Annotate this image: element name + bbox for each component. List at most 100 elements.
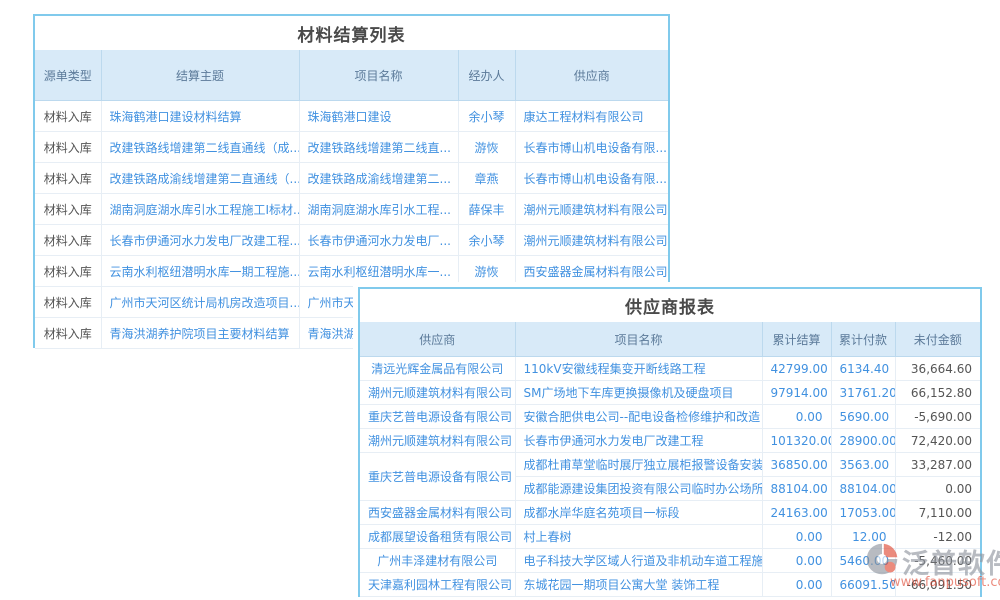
cell-paid-total-link[interactable]: 17053.00 (831, 501, 895, 525)
cell-settled-total-link[interactable]: 24163.00 (762, 501, 831, 525)
column-header-supplier: 供应商 (515, 50, 668, 101)
cell-supplier-link[interactable]: 重庆艺普电源设备有限公司 (360, 453, 515, 501)
cell-paid-total-link[interactable]: 31761.20 (831, 381, 895, 405)
table-row: 成都展望设备租赁有限公司村上春树0.0012.00-12.00 (360, 525, 980, 549)
column-header-settled-total: 累计结算 (762, 322, 831, 357)
cell-settled-total-link[interactable]: 42799.00 (762, 357, 831, 381)
cell-unpaid-amount: 7,110.00 (895, 501, 980, 525)
cell-handler-link[interactable]: 游恢 (458, 256, 515, 287)
cell-handler-link[interactable]: 游恢 (458, 132, 515, 163)
column-header-paid-total: 累计付款 (831, 322, 895, 357)
cell-settled-total-link[interactable]: 0.00 (762, 549, 831, 573)
cell-project-name-link[interactable]: 改建铁路线增建第二线直... (299, 132, 458, 163)
cell-paid-total-link[interactable]: 12.00 (831, 525, 895, 549)
column-header-handler: 经办人 (458, 50, 515, 101)
cell-supplier-link[interactable]: 长春市博山机电设备有限... (515, 132, 668, 163)
cell-source-type: 材料入库 (35, 194, 101, 225)
column-header-project-name: 项目名称 (299, 50, 458, 101)
supplier-report-title: 供应商报表 (360, 289, 980, 322)
cell-source-type: 材料入库 (35, 287, 101, 318)
table-row: 材料入库改建铁路线增建第二线直通线（成...改建铁路线增建第二线直...游恢长春… (35, 132, 668, 163)
cell-project-name-link[interactable]: 云南水利枢纽潜明水库一... (299, 256, 458, 287)
cell-source-type: 材料入库 (35, 225, 101, 256)
cell-supplier-link[interactable]: 潮州元顺建筑材料有限公司 (515, 225, 668, 256)
cell-supplier-link[interactable]: 长春市博山机电设备有限... (515, 163, 668, 194)
cell-settlement-subject-link[interactable]: 改建铁路线增建第二线直通线（成... (101, 132, 299, 163)
table-row: 材料入库珠海鹤港口建设材料结算珠海鹤港口建设余小琴康达工程材料有限公司 (35, 101, 668, 132)
cell-settled-total-link[interactable]: 0.00 (762, 525, 831, 549)
column-header-project-name: 项目名称 (515, 322, 762, 357)
column-header-unpaid-amount: 未付金额 (895, 322, 980, 357)
cell-project-name-link[interactable]: 东城花园一期项目公寓大堂 装饰工程 (515, 573, 762, 597)
cell-paid-total-link[interactable]: 5460.00 (831, 549, 895, 573)
cell-settlement-subject-link[interactable]: 改建铁路成渝线增建第二直通线（... (101, 163, 299, 194)
cell-settled-total-link[interactable]: 88104.00 (762, 477, 831, 501)
cell-settled-total-link[interactable]: 36850.00 (762, 453, 831, 477)
cell-settlement-subject-link[interactable]: 珠海鹤港口建设材料结算 (101, 101, 299, 132)
cell-settled-total-link[interactable]: 0.00 (762, 405, 831, 429)
table-row: 潮州元顺建筑材料有限公司长春市伊通河水力发电厂改建工程101320.002890… (360, 429, 980, 453)
cell-handler-link[interactable]: 薛保丰 (458, 194, 515, 225)
cell-project-name-link[interactable]: 长春市伊通河水力发电厂... (299, 225, 458, 256)
cell-supplier-link[interactable]: 重庆艺普电源设备有限公司 (360, 405, 515, 429)
table-row: 材料入库云南水利枢纽潜明水库一期工程施...云南水利枢纽潜明水库一...游恢西安… (35, 256, 668, 287)
cell-unpaid-amount: 36,664.60 (895, 357, 980, 381)
cell-project-name-link[interactable]: 长春市伊通河水力发电厂改建工程 (515, 429, 762, 453)
cell-project-name-link[interactable]: 村上春树 (515, 525, 762, 549)
cell-source-type: 材料入库 (35, 318, 101, 349)
table-row: 材料入库改建铁路成渝线增建第二直通线（...改建铁路成渝线增建第二...章燕长春… (35, 163, 668, 194)
cell-project-name-link[interactable]: 成都能源建设集团投资有限公司临时办公场所装 (515, 477, 762, 501)
column-header-supplier: 供应商 (360, 322, 515, 357)
cell-unpaid-amount: 66,152.80 (895, 381, 980, 405)
cell-supplier-link[interactable]: 潮州元顺建筑材料有限公司 (360, 381, 515, 405)
column-header-settlement-subject: 结算主题 (101, 50, 299, 101)
cell-settlement-subject-link[interactable]: 云南水利枢纽潜明水库一期工程施... (101, 256, 299, 287)
cell-project-name-link[interactable]: 成都杜甫草堂临时展厅独立展柜报警设备安装项 (515, 453, 762, 477)
cell-supplier-link[interactable]: 康达工程材料有限公司 (515, 101, 668, 132)
cell-settlement-subject-link[interactable]: 广州市天河区统计局机房改造项目... (101, 287, 299, 318)
cell-project-name-link[interactable]: 改建铁路成渝线增建第二... (299, 163, 458, 194)
cell-settled-total-link[interactable]: 0.00 (762, 573, 831, 597)
cell-source-type: 材料入库 (35, 101, 101, 132)
cell-handler-link[interactable]: 余小琴 (458, 101, 515, 132)
cell-supplier-link[interactable]: 潮州元顺建筑材料有限公司 (360, 429, 515, 453)
cell-supplier-link[interactable]: 潮州元顺建筑材料有限公司 (515, 194, 668, 225)
material-settlement-list-title: 材料结算列表 (35, 16, 668, 50)
table-row: 材料入库湖南洞庭湖水库引水工程施工I标材...湖南洞庭湖水库引水工程...薛保丰… (35, 194, 668, 225)
cell-project-name-link[interactable]: 电子科技大学区域人行道及非机动车道工程施工 (515, 549, 762, 573)
cell-project-name-link[interactable]: 安徽合肥供电公司--配电设备检修维护和改造 (515, 405, 762, 429)
cell-settled-total-link[interactable]: 97914.00 (762, 381, 831, 405)
cell-settled-total-link[interactable]: 101320.00 (762, 429, 831, 453)
cell-supplier-link[interactable]: 清远光辉金属品有限公司 (360, 357, 515, 381)
cell-settlement-subject-link[interactable]: 青海洪湖养护院项目主要材料结算 (101, 318, 299, 349)
cell-handler-link[interactable]: 章燕 (458, 163, 515, 194)
cell-unpaid-amount: 33,287.00 (895, 453, 980, 477)
cell-paid-total-link[interactable]: 5690.00 (831, 405, 895, 429)
cell-project-name-link[interactable]: 珠海鹤港口建设 (299, 101, 458, 132)
table-row: 材料入库长春市伊通河水力发电厂改建工程...长春市伊通河水力发电厂...余小琴潮… (35, 225, 668, 256)
material-table-header-row: 源单类型 结算主题 项目名称 经办人 供应商 (35, 50, 668, 101)
cell-paid-total-link[interactable]: 66091.50 (831, 573, 895, 597)
cell-paid-total-link[interactable]: 28900.00 (831, 429, 895, 453)
cell-project-name-link[interactable]: 湖南洞庭湖水库引水工程... (299, 194, 458, 225)
cell-paid-total-link[interactable]: 88104.00 (831, 477, 895, 501)
cell-unpaid-amount: -12.00 (895, 525, 980, 549)
cell-supplier-link[interactable]: 西安盛器金属材料有限公司 (360, 501, 515, 525)
table-row: 天津嘉利园林工程有限公司东城花园一期项目公寓大堂 装饰工程0.0066091.5… (360, 573, 980, 597)
supplier-table-header-row: 供应商 项目名称 累计结算 累计付款 未付金额 (360, 322, 980, 357)
cell-supplier-link[interactable]: 天津嘉利园林工程有限公司 (360, 573, 515, 597)
cell-project-name-link[interactable]: SM广场地下车库更换摄像机及硬盘项目 (515, 381, 762, 405)
cell-supplier-link[interactable]: 西安盛器金属材料有限公司 (515, 256, 668, 287)
cell-paid-total-link[interactable]: 6134.40 (831, 357, 895, 381)
cell-project-name-link[interactable]: 成都水岸华庭名苑项目一标段 (515, 501, 762, 525)
cell-unpaid-amount: -5,690.00 (895, 405, 980, 429)
cell-unpaid-amount: -66,091.50 (895, 573, 980, 597)
cell-settlement-subject-link[interactable]: 湖南洞庭湖水库引水工程施工I标材... (101, 194, 299, 225)
cell-supplier-link[interactable]: 广州丰泽建材有限公司 (360, 549, 515, 573)
cell-supplier-link[interactable]: 成都展望设备租赁有限公司 (360, 525, 515, 549)
cell-paid-total-link[interactable]: 3563.00 (831, 453, 895, 477)
supplier-report-card: 供应商报表 供应商 项目名称 累计结算 累计付款 未付金额 清远光辉金属品有限公… (358, 287, 982, 597)
cell-settlement-subject-link[interactable]: 长春市伊通河水力发电厂改建工程... (101, 225, 299, 256)
cell-handler-link[interactable]: 余小琴 (458, 225, 515, 256)
cell-project-name-link[interactable]: 110kV安徽线程集变开断线路工程 (515, 357, 762, 381)
